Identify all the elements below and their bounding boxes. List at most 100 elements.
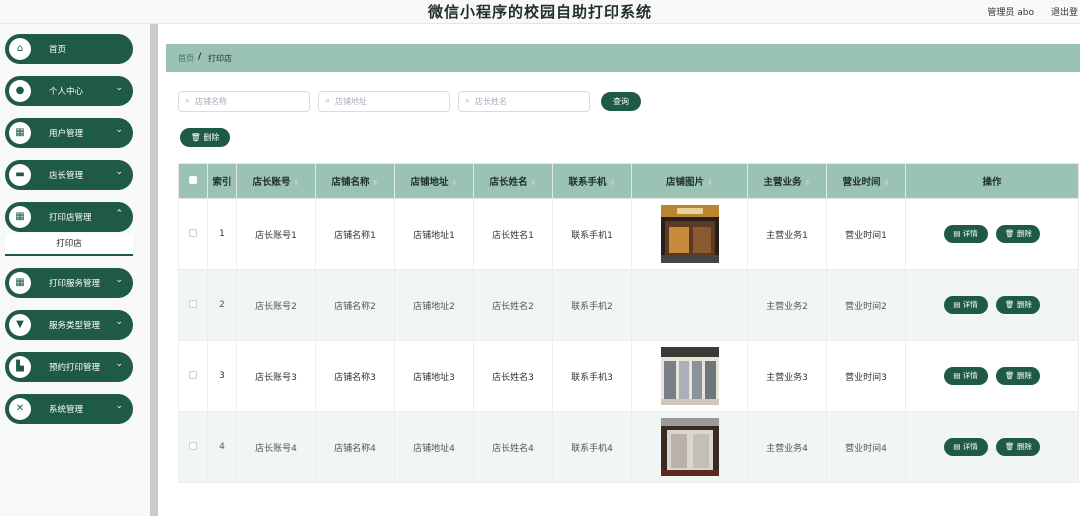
- top-bar: 微信小程序的校园自助打印系统 管理员 abo 退出登: [0, 0, 1080, 24]
- trash-icon: 🗑: [1004, 229, 1017, 238]
- shop-name-input[interactable]: [195, 94, 305, 109]
- filter-icon: ▼: [9, 314, 31, 336]
- sort-icon: ⇕: [609, 179, 616, 187]
- cell-business: 主营业务2: [747, 269, 827, 341]
- chevron-up-icon: ⌃: [115, 209, 123, 219]
- row-checkbox[interactable]: [178, 198, 208, 270]
- trash-icon: 🗑: [1004, 442, 1017, 451]
- briefcase-icon: ▬: [9, 164, 31, 186]
- search-owner-name[interactable]: ⌕: [458, 91, 590, 112]
- sort-icon: ⇕: [707, 179, 713, 187]
- sidebar-item-label: 店长管理: [49, 171, 84, 181]
- cell-phone: 联系手机1: [552, 198, 632, 270]
- delete-button[interactable]: 🗑 删除: [996, 296, 1041, 314]
- sidebar-item-label: 打印店管理: [49, 213, 92, 223]
- cell-phone: 联系手机4: [552, 411, 632, 483]
- logout-link[interactable]: 退出登: [1051, 5, 1078, 18]
- document-icon: ▤: [953, 229, 963, 238]
- row-checkbox[interactable]: [178, 340, 208, 412]
- row-checkbox[interactable]: [178, 269, 208, 341]
- column-header-shop-name[interactable]: 店铺名称 ⇕: [315, 163, 395, 199]
- detail-button[interactable]: ▤ 详情: [943, 225, 988, 243]
- breadcrumb-home[interactable]: 首页: [178, 53, 194, 64]
- sidebar-item-personal-center[interactable]: ● 个人中心 ⌄: [5, 76, 133, 106]
- cell-actions: ▤ 详情 🗑 删除: [905, 411, 1079, 483]
- sidebar-item-print-shop-management[interactable]: ▦ 打印店管理 ⌃: [5, 202, 133, 232]
- admin-username: 管理员 abo: [987, 8, 1034, 18]
- sort-icon: ⇕: [804, 179, 811, 187]
- cell-business: 主营业务3: [747, 340, 827, 412]
- owner-name-input[interactable]: [475, 94, 585, 109]
- cell-address: 店铺地址2: [394, 269, 474, 341]
- search-icon: ⌕: [325, 96, 331, 106]
- column-header-address[interactable]: 店铺地址 ⇕: [394, 163, 474, 199]
- chevron-down-icon: ⌄: [115, 401, 123, 411]
- detail-button[interactable]: ▤ 详情: [943, 296, 988, 314]
- column-header-business[interactable]: 主营业务 ⇕: [747, 163, 827, 199]
- shop-photo: [660, 205, 719, 263]
- cell-business: 主营业务4: [747, 411, 827, 483]
- search-icon: ⌕: [465, 96, 471, 106]
- sidebar-item-system-management[interactable]: ✕ 系统管理 ⌄: [5, 394, 133, 424]
- sidebar-item-home[interactable]: ⌂ 首页: [5, 34, 133, 64]
- detail-button[interactable]: ▤ 详情: [943, 367, 988, 385]
- sidebar-item-service-type-management[interactable]: ▼ 服务类型管理 ⌄: [5, 310, 133, 340]
- chevron-down-icon: ⌄: [115, 125, 123, 135]
- sort-icon: ⇕: [293, 179, 300, 187]
- cell-index: 2: [207, 269, 237, 341]
- search-shop-name[interactable]: ⌕: [178, 91, 310, 112]
- trash-icon: 🗑: [190, 133, 201, 142]
- column-header-owner[interactable]: 店长姓名 ⇕: [473, 163, 553, 199]
- chevron-down-icon: ⌄: [115, 167, 123, 177]
- sidebar-item-manager-management[interactable]: ▬ 店长管理 ⌄: [5, 160, 133, 190]
- column-header-account[interactable]: 店长账号 ⇕: [236, 163, 316, 199]
- shop-photo: [660, 418, 719, 476]
- grid-icon: ▦: [9, 272, 31, 294]
- column-header-index: 索引: [207, 163, 237, 199]
- search-shop-address[interactable]: ⌕: [318, 91, 450, 112]
- batch-delete-button[interactable]: 🗑 删除: [180, 128, 230, 147]
- cell-image: [631, 269, 748, 341]
- shop-address-input[interactable]: [335, 94, 445, 109]
- column-header-phone[interactable]: 联系手机 ⇕: [552, 163, 632, 199]
- sidebar-item-label: 预约打印管理: [49, 363, 101, 373]
- chart-icon: ▙: [9, 356, 31, 378]
- column-header-hours[interactable]: 营业时间 ⇕: [826, 163, 906, 199]
- cell-index: 4: [207, 411, 237, 483]
- sidebar-subitem-print-shop[interactable]: 打印店: [5, 234, 133, 256]
- cell-shop-name: 店铺名称3: [315, 340, 395, 412]
- chevron-down-icon: ⌄: [115, 317, 123, 327]
- select-all-checkbox[interactable]: [178, 163, 208, 199]
- table-row: 4 店长账号4 店铺名称4 店铺地址4 店长姓名4 联系手机4 主营业务4 营业…: [178, 411, 1079, 483]
- sidebar-item-label: 用户管理: [49, 129, 84, 139]
- row-checkbox[interactable]: [178, 411, 208, 483]
- cell-image: [631, 411, 748, 483]
- table-row: 2 店长账号2 店铺名称2 店铺地址2 店长姓名2 联系手机2 主营业务2 营业…: [178, 269, 1079, 341]
- sidebar-item-print-service-management[interactable]: ▦ 打印服务管理 ⌄: [5, 268, 133, 298]
- cell-account: 店长账号3: [236, 340, 316, 412]
- cell-shop-name: 店铺名称2: [315, 269, 395, 341]
- sidebar-scrollbar[interactable]: [150, 24, 158, 516]
- cell-account: 店长账号4: [236, 411, 316, 483]
- cell-address: 店铺地址3: [394, 340, 474, 412]
- sidebar-item-user-management[interactable]: ▦ 用户管理 ⌄: [5, 118, 133, 148]
- delete-button[interactable]: 🗑 删除: [996, 367, 1041, 385]
- cell-actions: ▤ 详情 🗑 删除: [905, 340, 1079, 412]
- grid-icon: ▦: [9, 206, 31, 228]
- query-button[interactable]: 查询: [601, 92, 641, 111]
- detail-button[interactable]: ▤ 详情: [943, 438, 988, 456]
- document-icon: ▤: [953, 371, 963, 380]
- cell-address: 店铺地址4: [394, 411, 474, 483]
- sort-icon: ⇕: [530, 179, 537, 187]
- delete-button[interactable]: 🗑 删除: [996, 225, 1041, 243]
- document-icon: ▤: [953, 442, 963, 451]
- cell-phone: 联系手机2: [552, 269, 632, 341]
- cell-owner: 店长姓名1: [473, 198, 553, 270]
- cell-owner: 店长姓名4: [473, 411, 553, 483]
- delete-button[interactable]: 🗑 删除: [996, 438, 1041, 456]
- cell-owner: 店长姓名3: [473, 340, 553, 412]
- sidebar-item-booking-management[interactable]: ▙ 预约打印管理 ⌄: [5, 352, 133, 382]
- cell-shop-name: 店铺名称4: [315, 411, 395, 483]
- trash-icon: 🗑: [1004, 371, 1017, 380]
- column-header-image[interactable]: 店铺图片 ⇕: [631, 163, 748, 199]
